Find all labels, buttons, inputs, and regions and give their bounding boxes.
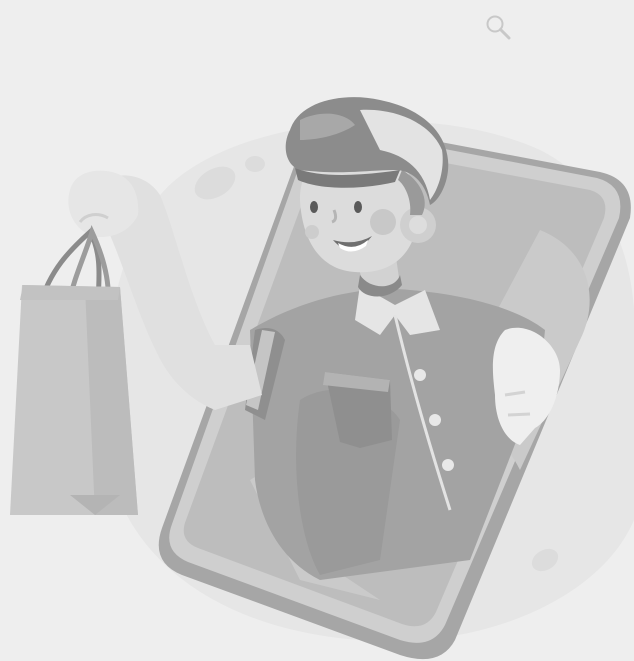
delivery-illustration [10,97,634,660]
